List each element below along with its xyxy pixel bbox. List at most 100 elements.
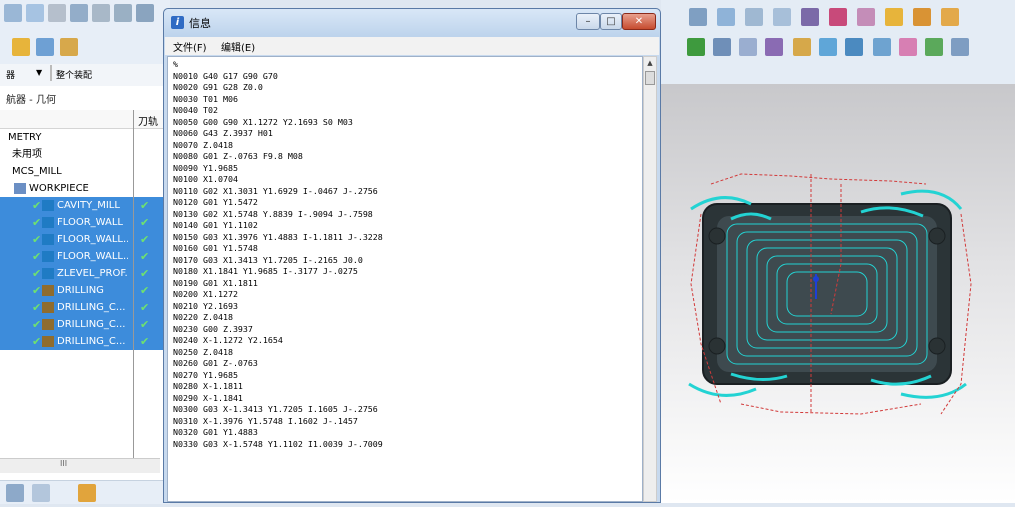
workpiece-icon — [14, 183, 26, 194]
info-text-area[interactable]: % N0010 G40 G17 G90 G70 N0020 G91 G28 Z0.0… — [167, 56, 643, 502]
separator — [50, 65, 52, 81]
tree-row[interactable]: ✔ DRILLING_C... ✔ — [0, 316, 170, 333]
tree-row-label: WORKPIECE — [29, 183, 89, 194]
toolbar-icon-10[interactable] — [60, 38, 78, 56]
tree-row[interactable]: ✔ FLOOR_WALL ✔ — [0, 214, 170, 231]
scroll-thumb[interactable] — [645, 71, 655, 85]
tree-row[interactable]: ✔ CAVITY_MILL ✔ — [0, 197, 170, 214]
toolpath-column-header[interactable]: 刀轨 — [138, 113, 158, 128]
code-line: N0160 G01 Y1.5748 — [173, 243, 258, 253]
tree-row[interactable]: 未用项 — [0, 146, 170, 163]
tree-row[interactable]: ✔ ZLEVEL_PROF... ✔ — [0, 265, 170, 282]
toolbar-icon-1[interactable] — [4, 4, 22, 22]
scroll-up-icon[interactable]: ▲ — [644, 57, 656, 69]
toolbar-icon-r6[interactable] — [829, 8, 847, 26]
toolbar-icon-r18[interactable] — [873, 38, 891, 56]
drill-icon — [42, 302, 54, 313]
check-icon: ✔ — [32, 216, 42, 229]
code-line: N0100 X1.0704 — [173, 174, 238, 184]
window-title: 信息 — [189, 17, 211, 30]
filter-label: 器 — [6, 71, 16, 81]
toolbar-icon-r3[interactable] — [745, 8, 763, 26]
tree-row[interactable]: ✔ DRILLING_C... ✔ — [0, 333, 170, 350]
horizontal-scrollbar[interactable]: III — [0, 458, 160, 473]
toolbar-icon-r20[interactable] — [925, 38, 943, 56]
code-line: N0130 G02 X1.5748 Y.8839 I-.9094 J-.7598 — [173, 208, 373, 219]
toolbar-icon-r7[interactable] — [857, 8, 875, 26]
info-window-titlebar[interactable]: i 信息 – □ ✕ — [164, 9, 660, 37]
toolpath-status-icon: ✔ — [140, 284, 150, 297]
check-icon: ✔ — [32, 284, 42, 297]
left-toolbar — [0, 0, 170, 71]
toolbar-icon-r17[interactable] — [845, 38, 863, 56]
tree-row-label: FLOOR_WALL — [57, 217, 123, 228]
toolbar-icon-r15[interactable] — [793, 38, 811, 56]
code-line: N0120 G01 Y1.5472 — [173, 197, 258, 207]
tree-row-label: FLOOR_WALL... — [57, 251, 128, 262]
toolbar-icon-r19[interactable] — [899, 38, 917, 56]
toolbar-icon-5[interactable] — [92, 4, 110, 22]
code-line: N0060 G43 Z.3937 H01 — [173, 128, 273, 138]
toolbar-icon-r2[interactable] — [717, 8, 735, 26]
toolbar-icon-r4[interactable] — [773, 8, 791, 26]
toolbar-icon-r10[interactable] — [941, 8, 959, 26]
minimize-button[interactable]: – — [576, 13, 600, 30]
toolbar-icon-r14[interactable] — [765, 38, 783, 56]
tree-row[interactable]: METRY — [0, 129, 170, 146]
code-line: N0330 G03 X-1.5748 Y1.1102 I1.0039 J-.70… — [173, 438, 383, 449]
maximize-button[interactable]: □ — [600, 13, 622, 30]
toolbar-icon-r5[interactable] — [801, 8, 819, 26]
mill-icon — [42, 268, 54, 279]
code-line: N0310 X-1.3976 Y1.5748 I.1602 J-.1457 — [173, 415, 358, 426]
toolbar-icon-3[interactable] — [48, 4, 66, 22]
column-divider — [133, 110, 134, 470]
toolbar-icon-7[interactable] — [136, 4, 154, 22]
tree-row[interactable]: WORKPIECE — [0, 180, 170, 197]
drill-icon — [42, 285, 54, 296]
code-line: N0030 T01 M06 — [173, 93, 238, 104]
menu-edit[interactable]: 编辑(E) — [221, 39, 255, 54]
check-icon: ✔ — [32, 199, 42, 212]
toolpath-status-icon: ✔ — [140, 267, 150, 280]
vertical-scrollbar[interactable]: ▲ — [643, 56, 657, 502]
tree-row[interactable]: MCS_MILL — [0, 163, 170, 180]
tree-row[interactable]: ✔ FLOOR_WALL... ✔ — [0, 248, 170, 265]
toolbar-icon-r16[interactable] — [819, 38, 837, 56]
tree-row-label: FLOOR_WALL... — [57, 234, 128, 245]
toolbar-icon-9[interactable] — [36, 38, 54, 56]
chevron-down-icon[interactable]: ▼ — [36, 68, 42, 77]
mill-icon — [42, 234, 54, 245]
part-icon[interactable] — [78, 484, 96, 502]
toolbar-icon-8[interactable] — [12, 38, 30, 56]
tree-row-label: 未用项 — [12, 149, 42, 160]
toolpath-status-icon: ✔ — [140, 318, 150, 331]
toolbar-icon-4[interactable] — [70, 4, 88, 22]
toolbar-icon-r8[interactable] — [885, 8, 903, 26]
toolbar-icon-2[interactable] — [26, 4, 44, 22]
code-line: N0290 X-1.1841 — [173, 392, 243, 403]
verify-icon[interactable] — [687, 38, 705, 56]
code-line: N0240 X-1.1272 Y2.1654 — [173, 335, 283, 345]
toolbar-icon-r21[interactable] — [951, 38, 969, 56]
toolpath-status-icon: ✔ — [140, 233, 150, 246]
graphics-window[interactable] — [661, 84, 1015, 503]
code-line: N0190 G01 X1.1811 — [173, 277, 258, 288]
toolbar-icon-r9[interactable] — [913, 8, 931, 26]
check-icon: ✔ — [32, 267, 42, 280]
toolbar-icon-r13[interactable] — [739, 38, 757, 56]
tree-row-label: DRILLING_C... — [57, 319, 126, 330]
tree-row[interactable]: ✔ DRILLING_C... ✔ — [0, 299, 170, 316]
toolbar-icon-r12[interactable] — [713, 38, 731, 56]
tree-row[interactable]: ✔ DRILLING ✔ — [0, 282, 170, 299]
toolbar-icon-r1[interactable] — [689, 8, 707, 26]
toolbar-icon-6[interactable] — [114, 4, 132, 22]
filter-select[interactable]: 整个装配 — [56, 68, 92, 81]
navigator-icon[interactable] — [6, 484, 24, 502]
close-button[interactable]: ✕ — [622, 13, 656, 30]
menu-file[interactable]: 文件(F) — [173, 39, 207, 54]
navigator-title: 航器 - 几何 — [6, 95, 56, 106]
resource-icon[interactable] — [32, 484, 50, 502]
tree-row[interactable]: ✔ FLOOR_WALL... ✔ — [0, 231, 170, 248]
code-line: N0090 Y1.9685 — [173, 162, 238, 173]
scroll-grip: III — [60, 459, 68, 468]
